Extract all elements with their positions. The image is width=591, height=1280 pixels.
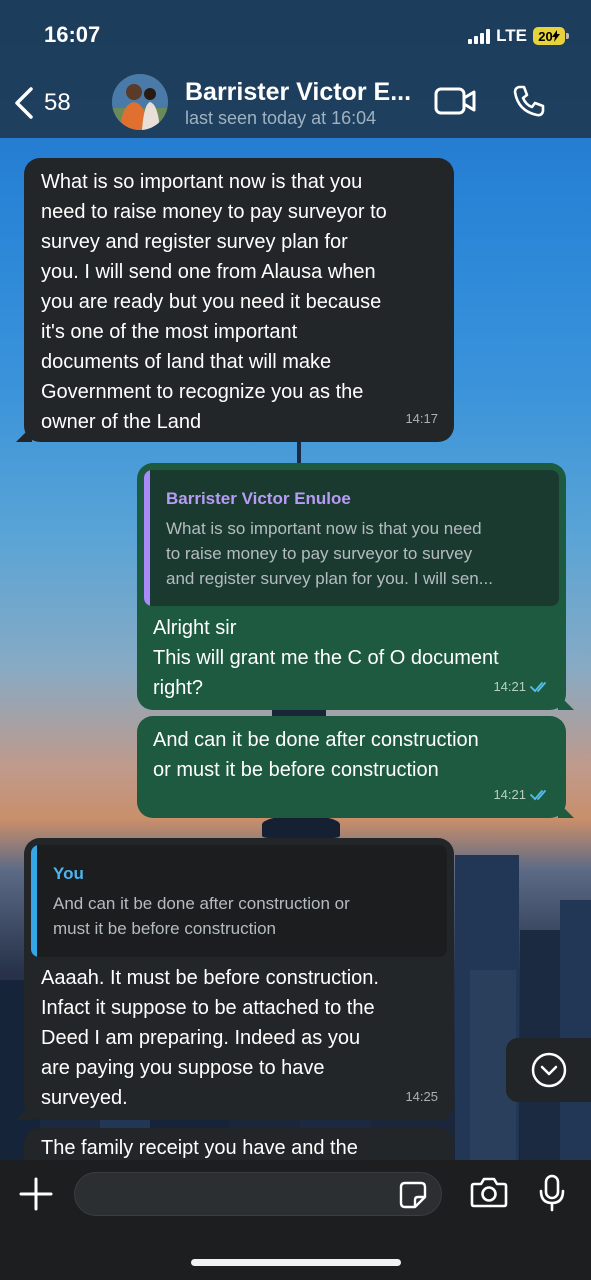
quote-author: Barrister Victor Enuloe — [166, 489, 351, 508]
incoming-message[interactable]: What is so important now is that you nee… — [16, 158, 454, 442]
attach-button[interactable] — [18, 1176, 54, 1217]
network-type: LTE — [496, 26, 527, 45]
quote-author: You — [53, 864, 84, 883]
contact-name[interactable]: Barrister Victor E... — [185, 78, 411, 107]
last-seen-status: last seen today at 16:04 — [185, 108, 377, 128]
microphone-icon — [539, 1174, 565, 1212]
status-time: 16:07 — [44, 22, 101, 47]
signal-icon — [468, 28, 491, 44]
video-call-button[interactable] — [434, 86, 476, 121]
outgoing-message[interactable]: And can it be done after construction or… — [137, 716, 574, 818]
message-input[interactable] — [74, 1172, 442, 1216]
chat-header-bar: 58 Barrister Victor E... last seen today… — [0, 70, 591, 138]
chevron-down-circle-icon — [531, 1052, 566, 1088]
bubble-tail — [558, 802, 574, 818]
quote-text: And can it be done after construction or… — [53, 894, 350, 938]
quote-bar — [144, 470, 150, 606]
unread-count: 58 — [44, 89, 71, 116]
message-text: Aaaah. It must be before construction. I… — [41, 967, 379, 1109]
battery-icon: 20 — [533, 27, 569, 45]
quoted-message[interactable]: You And can it be done after constructio… — [31, 845, 447, 957]
outgoing-message[interactable]: Barrister Victor Enuloe What is so impor… — [137, 463, 574, 710]
sticker-button[interactable] — [399, 1181, 427, 1214]
incoming-message[interactable]: You And can it be done after constructio… — [16, 838, 454, 1120]
read-ticks-icon — [530, 790, 546, 801]
wallpaper-tower-pod — [262, 816, 340, 838]
bubble-tail — [558, 694, 574, 710]
message-time: 14:21 — [493, 679, 526, 694]
message-time: 14:25 — [405, 1089, 438, 1104]
voice-call-button[interactable] — [512, 84, 546, 123]
quoted-message[interactable]: Barrister Victor Enuloe What is so impor… — [144, 470, 559, 606]
message-meta: 14:25 — [405, 1082, 438, 1112]
avatar[interactable] — [112, 74, 168, 130]
back-button[interactable]: 58 — [12, 86, 71, 120]
message-meta: 14:21 — [493, 672, 550, 702]
message-text: And can it be done after construction or… — [153, 729, 479, 781]
quote-bar — [31, 845, 37, 957]
bubble-tail — [16, 1104, 32, 1120]
message-text: Alright sir This will grant me the C of … — [153, 617, 499, 699]
message-time: 14:21 — [493, 787, 526, 802]
bubble-tail — [16, 426, 32, 442]
sticker-icon — [399, 1181, 427, 1209]
read-ticks-icon — [530, 682, 546, 693]
voice-message-button[interactable] — [538, 1174, 566, 1217]
message-meta: 14:17 — [405, 404, 438, 434]
chat-header: 16:07 LTE 20 58 Barrister Victor E... la… — [0, 0, 591, 138]
status-indicators: LTE 20 — [468, 26, 569, 46]
message-time: 14:17 — [405, 411, 438, 426]
home-indicator[interactable] — [191, 1259, 401, 1266]
message-composer — [0, 1160, 591, 1280]
plus-icon — [19, 1177, 53, 1211]
video-camera-icon — [434, 87, 476, 115]
status-bar: 16:07 LTE 20 — [0, 0, 591, 70]
chevron-left-icon — [15, 87, 33, 119]
camera-button[interactable] — [470, 1176, 508, 1213]
camera-icon — [470, 1177, 508, 1208]
message-text: The family receipt you have and the — [41, 1137, 358, 1159]
scroll-to-bottom-button[interactable] — [506, 1038, 591, 1102]
quote-text: What is so important now is that you nee… — [166, 519, 493, 588]
battery-level: 20 — [538, 28, 553, 44]
message-text: What is so important now is that you nee… — [41, 171, 387, 433]
phone-icon — [513, 85, 545, 117]
message-meta: 14:21 — [493, 780, 550, 810]
